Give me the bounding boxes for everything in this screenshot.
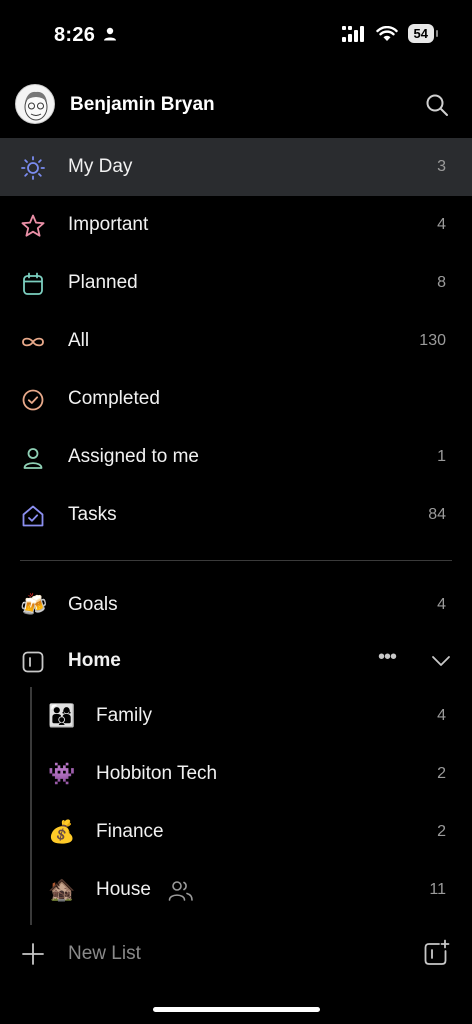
nav-item-completed[interactable]: Completed (0, 370, 472, 428)
list-item-hobbiton-tech[interactable]: 👾 Hobbiton Tech 2 (0, 745, 472, 803)
nav-count: 4 (437, 707, 446, 724)
infinity-icon (22, 337, 44, 347)
alien-monster-icon: 👾 (48, 761, 76, 786)
nav-label: Finance (96, 821, 164, 842)
star-icon (21, 214, 45, 237)
person-icon (23, 448, 43, 469)
battery-indicator: 54 (407, 24, 439, 43)
sun-icon (21, 156, 45, 180)
check-circle-icon (22, 389, 44, 411)
person-status-icon (104, 27, 116, 41)
nav-label: Planned (68, 272, 138, 293)
nav-item-planned[interactable]: Planned 8 (0, 254, 472, 312)
status-indicators: 54 (341, 24, 439, 43)
list-item-finance[interactable]: 💰 Finance 2 (0, 803, 472, 861)
nav-label: Family (96, 705, 152, 726)
nav-item-important[interactable]: Important 4 (0, 196, 472, 254)
divider (20, 560, 452, 561)
nav-count: 84 (428, 506, 446, 523)
beer-mugs-icon: 🍻 (20, 592, 48, 617)
list-item-goals[interactable]: 🍻 Goals 4 (0, 576, 472, 634)
shared-users-icon (168, 881, 193, 901)
nav-count: 11 (429, 881, 446, 898)
house-check-icon (22, 505, 44, 527)
family-icon: 👨‍👩‍👦 (48, 703, 76, 728)
nav-count: 1 (437, 448, 446, 465)
nav-count: 8 (437, 274, 446, 291)
new-list-label: New List (68, 943, 141, 964)
avatar-sketch-icon (24, 91, 48, 121)
plus-icon (22, 943, 44, 965)
nav-count: 2 (437, 823, 446, 840)
wifi-icon (375, 25, 398, 41)
nav-count: 2 (437, 765, 446, 782)
nav-item-tasks[interactable]: Tasks 84 (0, 486, 472, 544)
search-icon[interactable] (424, 92, 450, 118)
nav-item-my-day[interactable]: My Day 3 (0, 138, 472, 196)
nav-label: Tasks (68, 504, 117, 525)
group-folder-icon (22, 651, 44, 673)
home-indicator[interactable] (153, 1007, 320, 1012)
nav-label: Important (68, 214, 149, 235)
nav-item-assigned-to-me[interactable]: Assigned to me 1 (0, 428, 472, 486)
nav-count: 130 (419, 332, 446, 349)
nav-label: Assigned to me (68, 446, 199, 467)
nav-label: My Day (68, 156, 133, 177)
status-bar: 8:26 54 (0, 0, 472, 70)
nav-label: All (68, 330, 90, 351)
nav-count: 3 (437, 158, 446, 175)
profile-name: Benjamin Bryan (70, 94, 215, 115)
nav-label: House (96, 879, 151, 900)
new-list-button[interactable]: New List (0, 925, 472, 983)
nav-count: 4 (437, 596, 446, 613)
more-options-icon[interactable]: ••• (378, 646, 397, 669)
new-group-icon[interactable] (422, 939, 450, 967)
group-label: Home (68, 650, 121, 671)
list-item-house[interactable]: 🏚️ House 11 (0, 861, 472, 919)
status-time: 8:26 (54, 24, 96, 46)
group-home[interactable]: Home ••• (0, 632, 472, 690)
derelict-house-icon: 🏚️ (48, 877, 76, 902)
nav-label: Hobbiton Tech (96, 763, 218, 784)
avatar[interactable] (15, 84, 55, 124)
nav-label: Goals (68, 594, 118, 615)
profile-header[interactable]: Benjamin Bryan (0, 76, 472, 134)
money-bag-icon: 💰 (48, 819, 76, 844)
calendar-icon (23, 272, 43, 295)
list-item-family[interactable]: 👨‍👩‍👦 Family 4 (0, 687, 472, 745)
cellular-signal-icon (341, 25, 364, 42)
nav-label: Completed (68, 388, 160, 409)
nav-item-all[interactable]: All 130 (0, 312, 472, 370)
nav-count: 4 (437, 216, 446, 233)
chevron-down-icon[interactable] (430, 650, 452, 672)
